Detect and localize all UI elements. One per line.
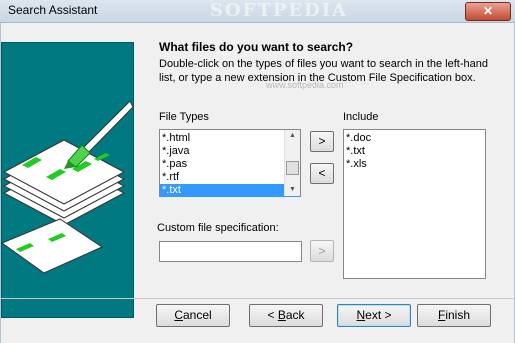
scroll-up-icon[interactable]: ▲ (285, 130, 300, 142)
cancel-button[interactable]: Cancel (156, 304, 230, 327)
back-accel: B (277, 308, 286, 322)
back-label: ack (285, 308, 305, 322)
custom-spec-label: Custom file specification: (157, 222, 279, 234)
cancel-label: ancel (182, 308, 212, 322)
next-button[interactable]: Next > (337, 304, 411, 327)
list-item[interactable]: *.rtf (160, 171, 300, 184)
next-label: ext > (365, 308, 392, 322)
custom-spec-input[interactable] (159, 241, 302, 262)
list-item[interactable]: *.txt (344, 145, 485, 158)
list-item[interactable]: *.doc (344, 132, 485, 145)
close-button[interactable]: ✕ (465, 2, 511, 21)
list-item[interactable]: *.java (160, 145, 300, 158)
wizard-illustration (0, 42, 134, 318)
file-types-scrollbar[interactable]: ▲ ▼ (284, 130, 300, 196)
cancel-accel: C (174, 308, 183, 322)
footer-divider (1, 298, 514, 299)
close-icon: ✕ (482, 4, 494, 18)
documents-highlighter-icon (0, 100, 134, 274)
list-item[interactable]: *.pas (160, 158, 300, 171)
finish-button[interactable]: Finish (417, 304, 491, 327)
back-button[interactable]: < Back (249, 304, 323, 327)
include-list[interactable]: *.doc *.txt *.xls (343, 129, 486, 279)
back-prefix: < (267, 308, 278, 322)
list-item[interactable]: *.html (160, 132, 300, 145)
page-heading: What files do you want to search? (159, 40, 354, 54)
include-label: Include (343, 111, 379, 123)
remove-button[interactable]: < (310, 163, 334, 184)
title-bar[interactable]: Search Assistant SOFTPEDIA ✕ (0, 0, 515, 23)
add-button[interactable]: > (310, 131, 334, 152)
scroll-down-icon[interactable]: ▼ (285, 184, 300, 196)
file-types-list[interactable]: *.html *.java *.pas *.rtf *.txt ▲ ▼ (159, 129, 301, 197)
list-item[interactable]: *.xls (344, 158, 485, 171)
scroll-thumb[interactable] (286, 161, 299, 175)
add-custom-button[interactable]: > (310, 240, 334, 262)
dialog-body: What files do you want to search? Double… (0, 23, 515, 343)
site-watermark: www.softpedia.com (266, 80, 344, 90)
next-accel: N (356, 308, 366, 322)
window-title: Search Assistant (8, 3, 98, 17)
finish-label: inish (445, 308, 471, 322)
file-types-label: File Types (159, 111, 209, 123)
watermark: SOFTPEDIA (210, 0, 349, 21)
list-item-selected[interactable]: *.txt (160, 184, 300, 197)
